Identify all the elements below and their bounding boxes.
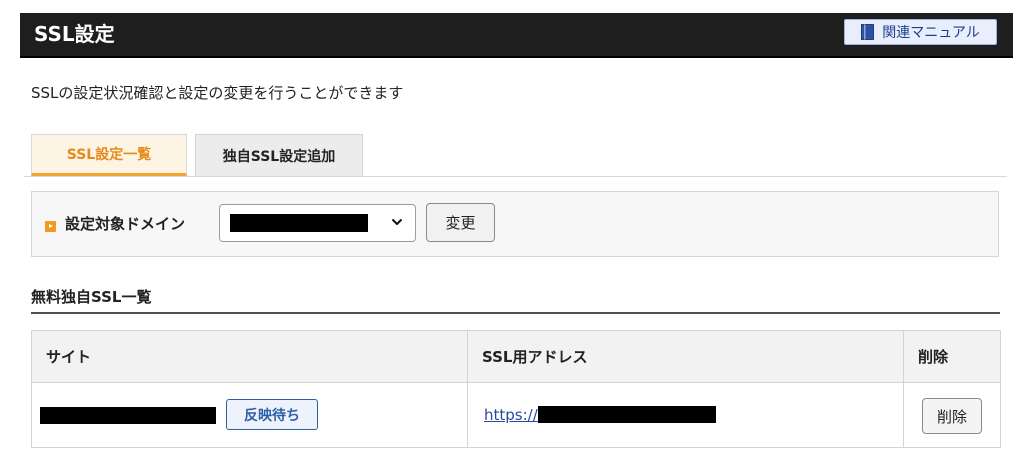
column-header-site: サイト: [31, 330, 468, 383]
delete-cell: 削除: [903, 382, 1001, 448]
ssl-table: サイト SSL用アドレス 削除 反映待ち https:// 削除: [31, 330, 1001, 448]
ssl-address-link[interactable]: https://: [484, 405, 716, 425]
page-title: SSL設定: [34, 22, 115, 46]
site-cell: 反映待ち: [31, 382, 468, 448]
tab-bar: SSL設定一覧 独自SSL設定追加: [24, 130, 1007, 177]
domain-select[interactable]: [219, 204, 416, 242]
table-header-row: サイト SSL用アドレス 削除: [31, 330, 1001, 383]
redacted-ssl-address: [537, 406, 716, 423]
chevron-down-icon: [392, 219, 402, 225]
section-heading: 無料独自SSL一覧: [31, 288, 152, 306]
page-header: SSL設定 関連マニュアル: [20, 13, 1013, 58]
domain-selector-panel: 設定対象ドメイン 変更: [31, 191, 999, 257]
redacted-domain-value: [230, 214, 368, 232]
redacted-site-name: [40, 407, 216, 424]
ssl-address-cell: https://: [467, 382, 904, 448]
related-manual-button[interactable]: 関連マニュアル: [844, 19, 997, 45]
domain-selector-label: 設定対象ドメイン: [65, 215, 186, 233]
section-divider: [31, 312, 1000, 314]
table-row: 反映待ち https:// 削除: [31, 382, 1001, 448]
ssl-address-prefix: https://: [484, 406, 538, 424]
marker-icon: [45, 221, 56, 232]
status-badge: 反映待ち: [226, 399, 318, 430]
page-description: SSLの設定状況確認と設定の変更を行うことができます: [31, 84, 404, 102]
column-header-ssl-address: SSL用アドレス: [467, 330, 904, 383]
related-manual-label: 関連マニュアル: [882, 25, 980, 41]
tab-ssl-list[interactable]: SSL設定一覧: [31, 134, 187, 176]
book-icon: [861, 24, 875, 40]
column-header-delete: 削除: [903, 330, 1001, 383]
change-button[interactable]: 変更: [426, 203, 495, 242]
delete-button[interactable]: 削除: [922, 398, 982, 434]
tab-add-custom-ssl[interactable]: 独自SSL設定追加: [195, 134, 363, 176]
